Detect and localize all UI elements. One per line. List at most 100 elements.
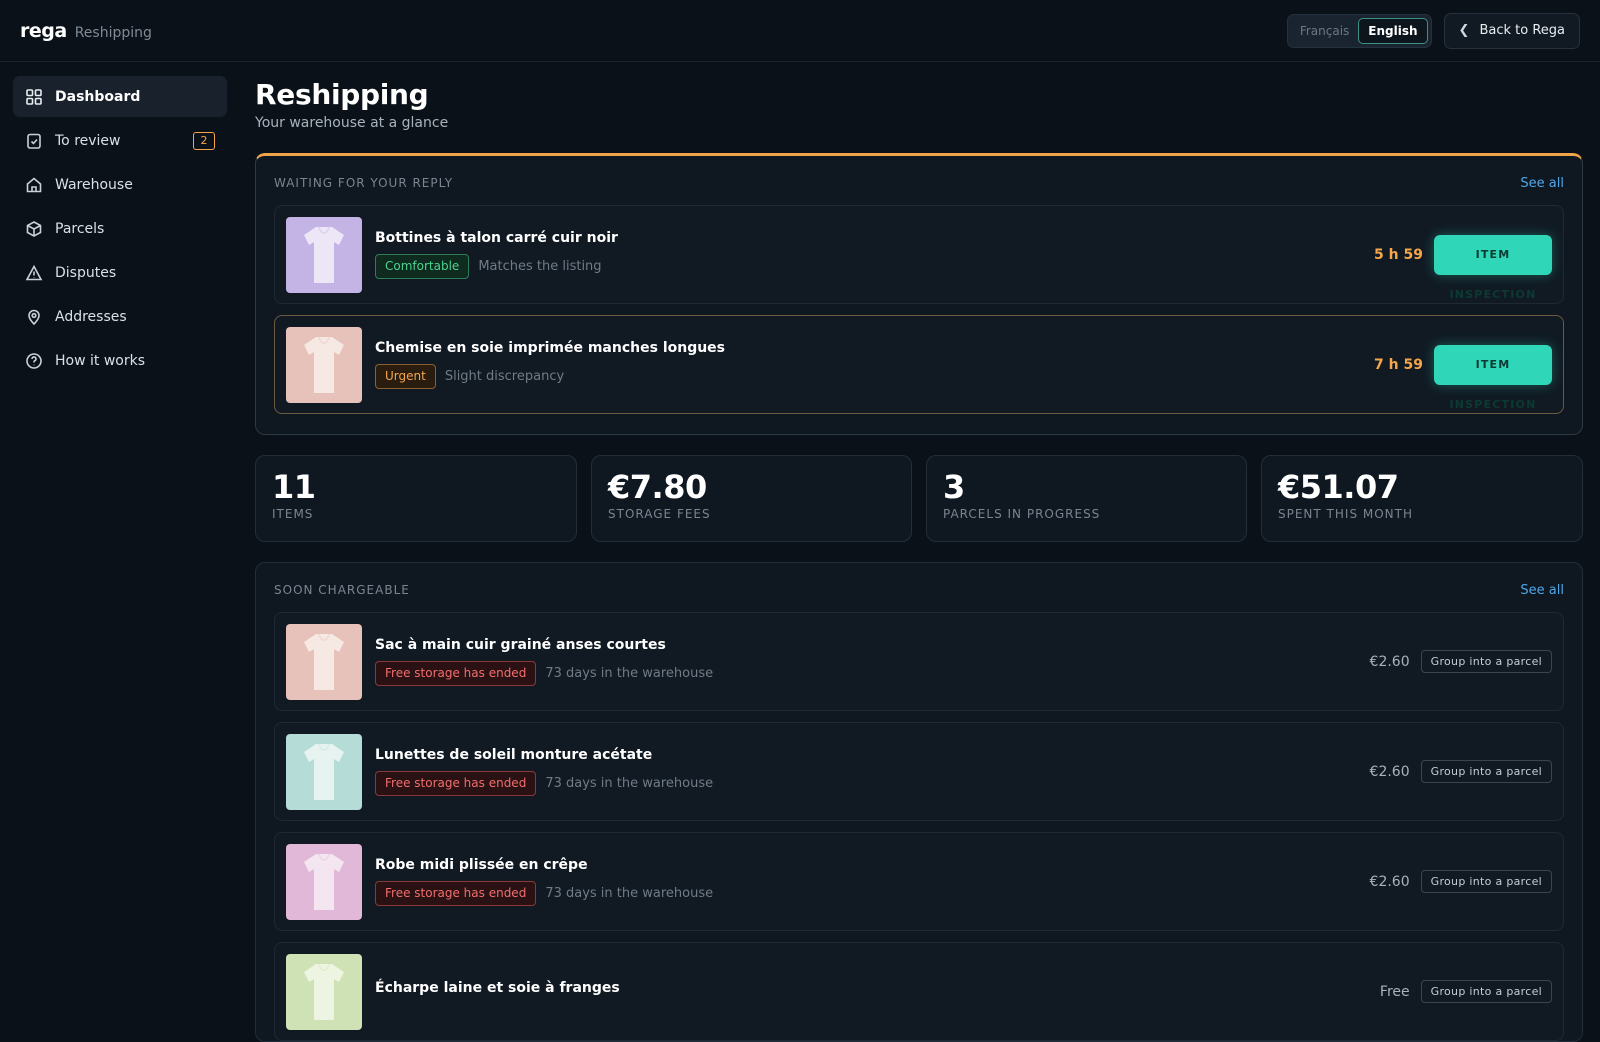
clipboard-check-icon (27, 133, 41, 149)
language-toggle: Français English (1286, 13, 1432, 48)
shirt-icon (304, 336, 344, 393)
item-note: 73 days in the warehouse (545, 886, 714, 901)
main-content: Reshipping Your warehouse at a glance WA… (255, 62, 1583, 1042)
stat-label: SPENT THIS MONTH (1278, 507, 1414, 521)
shirt-icon (304, 633, 344, 690)
brand-section: Reshipping (74, 24, 152, 41)
item-price: €2.60 (1369, 873, 1410, 890)
waiting-for-reply-card: WAITING FOR YOUR REPLY See all Bottines … (255, 153, 1583, 435)
item-inspection-button[interactable]: ITEM INSPECTION (1434, 344, 1552, 411)
item-name: Robe midi plissée en crêpe (375, 857, 588, 873)
item-thumbnail (286, 326, 362, 403)
section-title: SOON CHARGEABLE (274, 583, 410, 597)
status-badge: Urgent (375, 364, 436, 389)
item-note: Slight discrepancy (444, 369, 565, 384)
list-item[interactable]: Lunettes de soleil monture acétate Free … (274, 722, 1564, 821)
stat-value: 11 (272, 468, 316, 506)
see-all-link[interactable]: See all (1520, 176, 1564, 191)
item-name: Sac à main cuir grainé anses courtes (375, 637, 666, 653)
stat-value: €7.80 (608, 468, 707, 506)
grid-icon (26, 88, 42, 105)
sidebar-item-to-review[interactable]: To review 2 (13, 120, 227, 161)
item-thumbnail (286, 953, 362, 1030)
sidebar-item-addresses[interactable]: Addresses (13, 296, 227, 337)
item-name: Bottines à talon carré cuir noir (375, 230, 618, 246)
item-price: €2.60 (1369, 653, 1410, 670)
item-price: €2.60 (1369, 763, 1410, 780)
brand[interactable]: rega Reshipping (20, 20, 152, 42)
item-note: Matches the listing (478, 259, 602, 274)
item-name: Écharpe laine et soie à franges (375, 979, 620, 996)
stat-label: PARCELS IN PROGRESS (943, 507, 1101, 521)
stat-value: €51.07 (1278, 468, 1399, 506)
brand-logo[interactable]: rega (20, 20, 67, 42)
sidebar-item-label: Addresses (55, 308, 127, 325)
item-price: Free (1379, 983, 1410, 1000)
shirt-icon (304, 743, 344, 800)
sidebar-item-label: Dashboard (55, 88, 141, 105)
status-badge: Comfortable (375, 254, 470, 279)
item-thumbnail (286, 843, 362, 920)
see-all-link[interactable]: See all (1520, 583, 1564, 598)
item-name: Chemise en soie imprimée manches longues (375, 340, 726, 356)
time-remaining: 7 h 59 (1374, 356, 1423, 373)
sidebar-item-how-it-works[interactable]: How it works (13, 340, 227, 381)
sidebar-item-parcels[interactable]: Parcels (13, 208, 227, 249)
sidebar-item-disputes[interactable]: Disputes (13, 252, 227, 293)
stat-label: STORAGE FEES (608, 507, 711, 521)
group-into-parcel-button[interactable]: Group into a parcel (1420, 760, 1552, 783)
sidebar-item-dashboard[interactable]: Dashboard (13, 76, 227, 117)
chevron-left-icon: ❮ (1458, 23, 1470, 38)
stat-card-parcels-in-progress: 3 PARCELS IN PROGRESS (926, 455, 1247, 542)
box-icon (26, 220, 42, 237)
language-english-button[interactable]: English (1358, 17, 1428, 44)
stat-card-spent-this-month: €51.07 SPENT THIS MONTH (1261, 455, 1583, 542)
item-name: Lunettes de soleil monture acétate (375, 747, 653, 763)
home-icon (26, 176, 42, 192)
item-thumbnail (286, 216, 362, 293)
list-item[interactable]: Sac à main cuir grainé anses courtes Fre… (274, 612, 1564, 711)
time-remaining: 5 h 59 (1374, 246, 1423, 263)
warning-icon (25, 264, 43, 280)
item-thumbnail (286, 623, 362, 700)
top-bar: rega Reshipping Français English ❮ Back … (0, 0, 1600, 62)
soon-chargeable-card: SOON CHARGEABLE See all Sac à main cuir … (255, 562, 1583, 1042)
review-count-badge: 2 (193, 131, 215, 150)
stats-row: 11 ITEMS €7.80 STORAGE FEES 3 PARCELS IN… (255, 455, 1583, 542)
list-item[interactable]: Chemise en soie imprimée manches longues… (274, 315, 1564, 414)
sidebar-item-label: To review (55, 132, 121, 149)
help-circle-icon (26, 352, 42, 369)
section-title: WAITING FOR YOUR REPLY (274, 176, 454, 190)
status-badge: Free storage has ended (375, 771, 537, 796)
top-right-actions: Français English ❮ Back to Rega (1286, 12, 1580, 49)
back-to-rega-button[interactable]: ❮ Back to Rega (1443, 12, 1580, 49)
shirt-icon (304, 853, 344, 910)
back-button-label: Back to Rega (1479, 23, 1565, 38)
group-into-parcel-button[interactable]: Group into a parcel (1420, 870, 1552, 893)
sidebar-item-warehouse[interactable]: Warehouse (13, 164, 227, 205)
stat-card-items: 11 ITEMS (255, 455, 577, 542)
item-thumbnail (286, 733, 362, 810)
page-title: Reshipping (255, 78, 429, 111)
stat-label: ITEMS (272, 507, 314, 521)
item-note: 73 days in the warehouse (545, 666, 714, 681)
shirt-icon (304, 963, 344, 1020)
item-note: 73 days in the warehouse (545, 776, 714, 791)
group-into-parcel-button[interactable]: Group into a parcel (1420, 650, 1552, 673)
sidebar-item-label: How it works (55, 352, 145, 369)
sidebar-item-label: Disputes (55, 264, 117, 281)
status-badge: Free storage has ended (375, 661, 537, 686)
stat-value: 3 (943, 468, 965, 506)
sidebar-item-label: Parcels (55, 220, 105, 237)
list-item[interactable]: Robe midi plissée en crêpe Free storage … (274, 832, 1564, 931)
sidebar: Dashboard To review 2 Warehouse Parcels … (0, 62, 240, 1000)
item-inspection-button[interactable]: ITEM INSPECTION (1434, 234, 1552, 301)
map-pin-icon (28, 309, 40, 325)
language-french-button[interactable]: Français (1291, 18, 1358, 44)
list-item[interactable]: Bottines à talon carré cuir noir Comfort… (274, 205, 1564, 304)
shirt-icon (304, 226, 344, 283)
stat-card-storage-fees: €7.80 STORAGE FEES (591, 455, 912, 542)
list-item[interactable]: Écharpe laine et soie à franges Free Gro… (274, 942, 1564, 1041)
page-subtitle: Your warehouse at a glance (255, 115, 449, 131)
sidebar-item-label: Warehouse (55, 176, 133, 193)
